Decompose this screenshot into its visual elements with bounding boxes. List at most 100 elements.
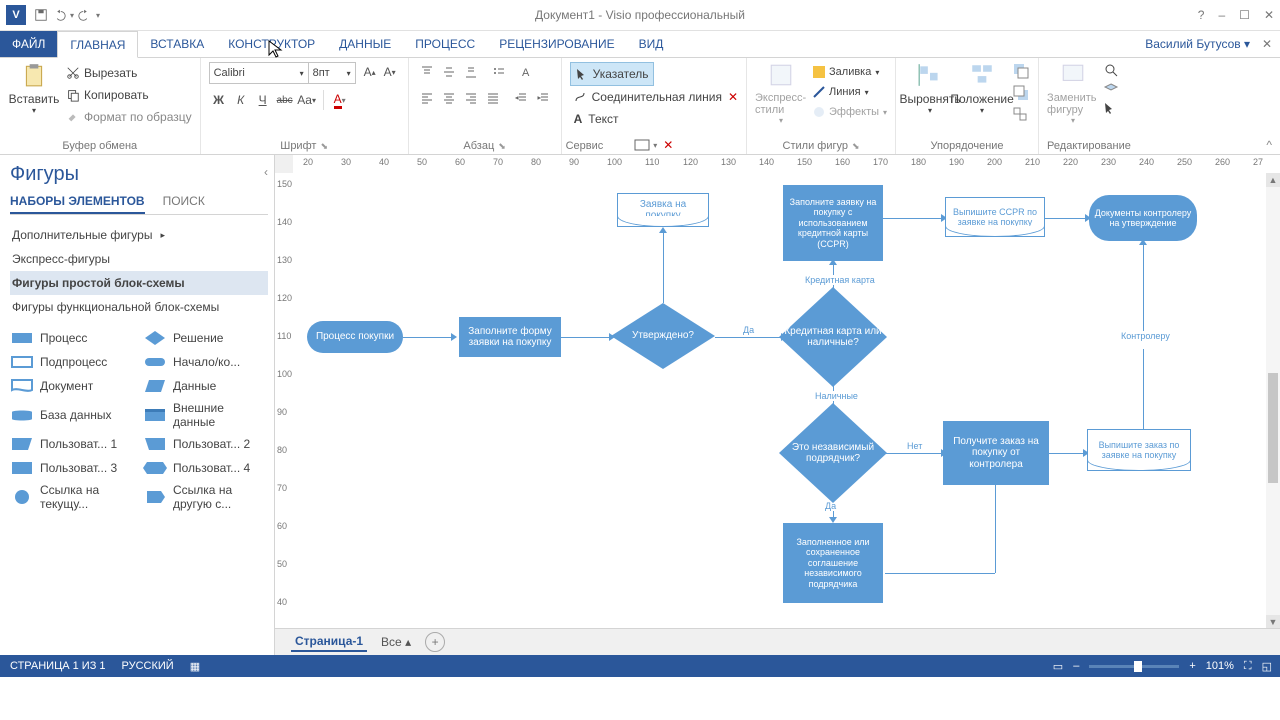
text-direction-button[interactable]: A (517, 62, 537, 82)
canvas[interactable]: Да Кредитная карта Наличные Нет Да Контр… (293, 173, 1280, 629)
redo-icon[interactable] (78, 8, 92, 22)
italic-button[interactable]: К (231, 90, 251, 110)
shape-order[interactable]: Получите заказ на покупку от контролера (943, 421, 1049, 485)
align-justify-button[interactable] (483, 88, 503, 108)
zoom-value[interactable]: 101% (1206, 660, 1234, 672)
status-lang[interactable]: РУССКИЙ (122, 660, 174, 672)
connector-tool[interactable]: Соединительная линия (570, 86, 726, 108)
replace-shape-button[interactable]: Заменить фигуру▾ (1047, 62, 1099, 125)
tab-insert[interactable]: ВСТАВКА (138, 31, 216, 57)
shape-palette-item[interactable]: Подпроцесс (10, 353, 135, 371)
strike-button[interactable]: abc (275, 90, 295, 110)
shape-docs[interactable]: Документы контролеру на утверждение (1089, 195, 1197, 241)
fill-button[interactable]: Заливка▾ (813, 62, 887, 82)
font-color-button[interactable]: A▾ (330, 90, 350, 110)
align-right-button[interactable] (461, 88, 481, 108)
undo-dropdown-icon[interactable]: ▾ (70, 11, 74, 20)
align-middle-button[interactable] (439, 62, 459, 82)
group-icon[interactable] (1012, 106, 1030, 124)
macro-icon[interactable]: ▦ (190, 660, 200, 673)
shape-approved[interactable]: Утверждено? (611, 303, 715, 369)
shape-palette-item[interactable]: Пользоват... 2 (143, 435, 268, 453)
shrink-font-button[interactable]: A▾ (380, 62, 400, 82)
case-button[interactable]: Aa▾ (297, 90, 317, 110)
shape-palette-item[interactable]: Ссылка на текущу... (10, 483, 135, 511)
bold-button[interactable]: Ж (209, 90, 229, 110)
underline-button[interactable]: Ч (253, 90, 273, 110)
page-tab-1[interactable]: Страница-1 (291, 632, 367, 652)
find-icon[interactable] (1103, 62, 1119, 78)
shape-card-cash[interactable]: Кредитная карта или наличные? (779, 287, 887, 387)
indent-dec-button[interactable] (511, 88, 531, 108)
align-bottom-button[interactable] (461, 62, 481, 82)
shape-styles-launcher[interactable]: ⬊ (852, 141, 860, 152)
connector-delete-icon[interactable]: ✕ (728, 90, 738, 104)
shape-palette-item[interactable]: Внешние данные (143, 401, 268, 429)
font-size-select[interactable]: 8пт▾ (309, 62, 356, 84)
font-name-select[interactable]: Calibri▾ (209, 62, 309, 84)
shape-ccpr-fill[interactable]: Заполните заявку на покупку с использова… (783, 185, 883, 261)
text-tool[interactable]: AТекст (570, 108, 623, 130)
tab-data[interactable]: ДАННЫЕ (327, 31, 403, 57)
delete-icon[interactable]: ✕ (663, 138, 673, 152)
select-icon[interactable] (1103, 102, 1119, 118)
help-icon[interactable]: ? (1198, 8, 1205, 22)
bring-front-icon[interactable] (1012, 62, 1030, 80)
tab-home[interactable]: ГЛАВНАЯ (57, 31, 138, 58)
tab-design[interactable]: КОНСТРУКТОР (216, 31, 327, 57)
shape-indep[interactable]: Это независимый подрядчик? (779, 403, 887, 503)
collapse-pane-icon[interactable]: ‹ (264, 165, 268, 179)
cut-button[interactable]: Вырезать (66, 62, 192, 84)
font-dialog-launcher[interactable]: ⬊ (320, 141, 328, 152)
more-shapes-link[interactable]: Дополнительные фигуры▸ (10, 223, 268, 247)
qat-customize-icon[interactable]: ▾ (96, 11, 100, 20)
presentation-icon[interactable]: ▭ (1053, 660, 1063, 673)
scroll-up-icon[interactable]: ▲ (1266, 173, 1280, 187)
basic-flowchart-link[interactable]: Фигуры простой блок-схемы (10, 271, 268, 295)
shape-start[interactable]: Процесс покупки (307, 321, 403, 353)
zoom-out-icon[interactable]: – (1073, 660, 1079, 672)
shape-ccpr-write[interactable]: Выпишите CCPR по заявке на покупку (945, 197, 1045, 237)
shape-write-order[interactable]: Выпишите заказ по заявке на покупку (1087, 429, 1191, 471)
switch-window-icon[interactable]: ◱ (1262, 660, 1272, 673)
add-page-button[interactable]: + (425, 632, 445, 652)
vscroll-thumb[interactable] (1268, 373, 1278, 483)
zoom-slider[interactable] (1089, 665, 1179, 668)
rectangle-tool-icon[interactable] (633, 138, 651, 152)
position-button[interactable]: Положение▾ (956, 62, 1008, 115)
shape-palette-item[interactable]: Пользоват... 4 (143, 459, 268, 477)
close-icon[interactable]: ✕ (1264, 8, 1274, 22)
line-button[interactable]: Линия▾ (813, 82, 887, 102)
grow-font-button[interactable]: A▴ (360, 62, 380, 82)
minimize-icon[interactable]: – (1218, 8, 1225, 22)
layers-icon[interactable] (1103, 82, 1119, 98)
shape-palette-item[interactable]: Начало/ко... (143, 353, 268, 371)
shape-palette-item[interactable]: Данные (143, 377, 268, 395)
tab-process[interactable]: ПРОЦЕСС (403, 31, 487, 57)
format-painter-button[interactable]: Формат по образцу (66, 106, 192, 128)
vertical-scrollbar[interactable]: ▲ ▼ (1266, 173, 1280, 629)
tab-file[interactable]: ФАЙЛ (0, 31, 57, 57)
shape-palette-item[interactable]: Пользоват... 3 (10, 459, 135, 477)
close-doc-icon[interactable]: ✕ (1262, 31, 1272, 57)
save-icon[interactable] (34, 8, 48, 22)
send-back-icon[interactable] (1012, 84, 1030, 102)
paragraph-dialog-launcher[interactable]: ⬊ (498, 141, 506, 152)
maximize-icon[interactable]: ☐ (1239, 8, 1250, 22)
fit-window-icon[interactable]: ⛶ (1244, 660, 1252, 673)
align-top-button[interactable] (417, 62, 437, 82)
shape-palette-item[interactable]: База данных (10, 401, 135, 429)
page-all[interactable]: Все ▴ (381, 635, 411, 649)
shape-palette-item[interactable]: Решение (143, 329, 268, 347)
zoom-in-icon[interactable]: + (1189, 660, 1195, 672)
indent-inc-button[interactable] (533, 88, 553, 108)
scroll-down-icon[interactable]: ▼ (1266, 615, 1280, 629)
shape-palette-item[interactable]: Документ (10, 377, 135, 395)
tab-view[interactable]: ВИД (627, 31, 676, 57)
paste-button[interactable]: Вставить▾ (8, 62, 60, 115)
shape-form[interactable]: Заполните форму заявки на покупку (459, 317, 561, 357)
effects-button[interactable]: Эффекты▾ (813, 102, 887, 122)
user-name[interactable]: Василий Бутусов ▾ (1145, 31, 1250, 57)
tab-review[interactable]: РЕЦЕНЗИРОВАНИЕ (487, 31, 626, 57)
collapse-ribbon-icon[interactable]: ^ (1266, 138, 1272, 152)
